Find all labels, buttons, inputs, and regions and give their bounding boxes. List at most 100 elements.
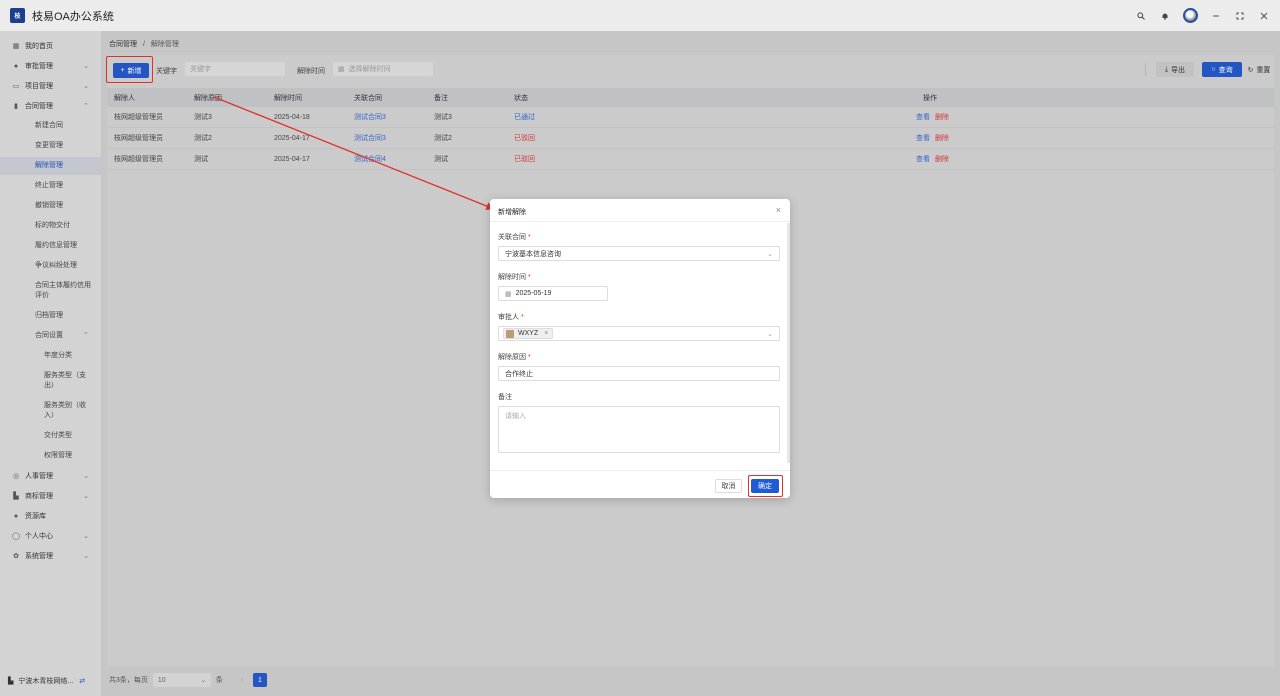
contract-link[interactable]: 测试合同3 [354,128,386,148]
keyword-input[interactable]: 关键字 [185,62,285,76]
building-icon: ▙ [8,678,14,685]
dialog-title: 新增解除 [498,209,526,216]
sidebar: ▦ 我的首页 ● 审批管理 ⌄ ▭ 项目管理 ⌄ ▮ 合同管理 ⌃ 新建合同 变… [0,31,101,696]
highlight-box [748,475,783,497]
bell-icon[interactable] [1159,10,1171,22]
sidebar-sub-end[interactable]: 终止管理 [0,181,101,191]
org-switcher[interactable]: ▙ 宁波木青枝网络... ⇄ [0,666,101,696]
sidebar-sub-delivery-type[interactable]: 交付类型 [0,431,101,441]
data-table: 解除人 解除原因 解除时间 关联合同 备注 状态 操作 枝网超级管理员 测试3 … [107,88,1274,170]
sidebar-item-label: 人事管理 [25,473,53,480]
sidebar-sub-delivery[interactable]: 标的物交付 [0,221,101,231]
note-textarea[interactable]: 请输入 [498,406,780,453]
reset-button[interactable]: ↻ 重置 [1244,62,1274,77]
status-badge: 已驳回 [514,156,535,163]
approver-label: 审批人 * [498,314,524,321]
sidebar-sub-archive[interactable]: 归档管理 [0,311,101,321]
scrollbar[interactable] [787,223,790,463]
view-link[interactable]: 查看 [916,112,930,122]
sidebar-sub-year-category[interactable]: 年度分类 [0,351,101,361]
app-title: 枝易OA办公系统 [32,10,114,23]
sidebar-item-project[interactable]: ▭ 项目管理 ⌄ [0,78,101,94]
chevron-down-icon: ⌄ [767,250,773,258]
top-bar: 枝 枝易OA办公系统 [0,0,1280,31]
delete-link[interactable]: 删除 [935,154,949,164]
chevron-up-icon: ⌃ [83,103,89,110]
contract-select[interactable]: 宁波基本信息咨询 ⌄ [498,246,780,261]
sidebar-item-trademark[interactable]: ▙ 商标管理 ⌄ [0,488,101,504]
sidebar-sub-new-contract[interactable]: 新建合同 [0,121,101,131]
sidebar-item-personal[interactable]: ◯ 个人中心 ⌄ [0,528,101,544]
contract-link[interactable]: 测试合同3 [354,107,386,127]
new-termination-dialog: 新增解除 × 关联合同 * 宁波基本信息咨询 ⌄ 解除时间 * ▦ 2025-0… [490,199,790,498]
contract-link[interactable]: 测试合同4 [354,149,386,169]
avatar [506,329,514,338]
remove-tag-icon[interactable]: × [544,330,548,337]
sidebar-item-system[interactable]: ✿ 系统管理 ⌄ [0,548,101,564]
table-header: 解除人 解除原因 解除时间 关联合同 备注 状态 操作 [107,88,1274,107]
sidebar-item-home[interactable]: ▦ 我的首页 [0,38,101,54]
sidebar-sub-performance[interactable]: 履约信息管理 [0,241,101,251]
col-actions: 操作 [923,94,937,102]
time-label: 解除时间 [297,68,325,75]
sidebar-sub-service-type-out[interactable]: 服务类型（支出） [0,371,101,391]
sidebar-item-approval[interactable]: ● 审批管理 ⌄ [0,58,101,74]
view-link[interactable]: 查看 [916,133,930,143]
gear-icon: ✿ [13,553,19,560]
breadcrumb-parent[interactable]: 合同管理 [109,41,137,48]
download-icon: ⤓ [1164,65,1169,73]
sidebar-sub-credit[interactable]: 合同主体履约信用评价 [0,281,101,301]
delete-link[interactable]: 删除 [935,112,949,122]
sidebar-item-label: 系统管理 [25,553,53,560]
chevron-down-icon: ⌄ [83,473,89,480]
approver-select[interactable]: WXYZ × ⌄ [498,326,780,341]
sidebar-item-resources[interactable]: ● 资源库 [0,508,101,524]
sidebar-sub-service-type-in[interactable]: 服务类别（收入） [0,401,101,421]
status-badge: 已驳回 [514,135,535,142]
switch-icon[interactable]: ⇄ [79,677,85,685]
close-icon[interactable]: × [776,205,781,215]
breadcrumb-current: 解除管理 [150,41,179,48]
user-avatar[interactable] [1183,8,1198,23]
close-icon[interactable] [1258,10,1270,22]
view-link[interactable]: 查看 [916,154,930,164]
sidebar-item-contract[interactable]: ▮ 合同管理 ⌃ [0,98,101,114]
total-text: 共3条，每页 [109,677,148,684]
table-row: 枝网超级管理员 测试2 2025-04-17 测试合同3 测试2 已驳回 查看 … [107,128,1274,149]
minimize-icon[interactable] [1210,10,1222,22]
search-icon: ○ [1211,66,1216,73]
status-badge: 已通过 [514,114,535,121]
pagination: 共3条，每页 10 ⌄ 条 ‹ 1 [109,672,267,688]
chevron-down-icon: ⌄ [200,677,206,684]
page-size-select[interactable]: 10 ⌄ [152,673,211,687]
page-button[interactable]: 1 [252,673,267,687]
fullscreen-icon[interactable] [1234,10,1246,22]
col-reason: 解除原因 [194,94,222,102]
sidebar-sub-termination[interactable]: 解除管理 [0,157,101,175]
prev-page-button[interactable]: ‹ [235,673,249,687]
check-circle-icon: ◎ [12,473,20,480]
cancel-button[interactable]: 取消 [715,479,742,493]
top-right-controls [1135,0,1270,31]
date-picker[interactable]: ▦ 2025-05-19 [498,286,608,301]
folder-icon: ▭ [12,83,20,90]
export-button[interactable]: ⤓ 导出 [1156,62,1194,77]
sidebar-sub-change[interactable]: 变更管理 [0,141,101,151]
sidebar-sub-dispute[interactable]: 争议纠纷处理 [0,261,101,271]
delete-link[interactable]: 删除 [935,133,949,143]
table-row: 枝网超级管理员 测试 2025-04-17 测试合同4 测试 已驳回 查看 删除 [107,149,1274,170]
search-icon[interactable] [1135,10,1147,22]
sidebar-sub-revoke[interactable]: 撤销管理 [0,201,101,211]
chevron-down-icon: ⌄ [767,330,773,338]
sidebar-item-hr[interactable]: ◎ 人事管理 ⌄ [0,468,101,484]
factory-icon: ▙ [13,493,19,500]
toolbar: + 新增 关键字 关键字 解除时间 ▦ 选择解除时间 ⤓ 导出 ○ 查询 ↻ 重… [106,55,1274,85]
col-status: 状态 [514,94,528,102]
user-icon: ● [13,62,19,70]
time-picker[interactable]: ▦ 选择解除时间 [333,62,433,76]
reason-input[interactable]: 合作终止 [498,366,780,381]
app-logo: 枝 [10,8,25,23]
sidebar-sub-permission[interactable]: 权限管理 [0,451,101,461]
sidebar-item-label: 项目管理 [25,83,53,90]
query-button[interactable]: ○ 查询 [1202,62,1242,77]
